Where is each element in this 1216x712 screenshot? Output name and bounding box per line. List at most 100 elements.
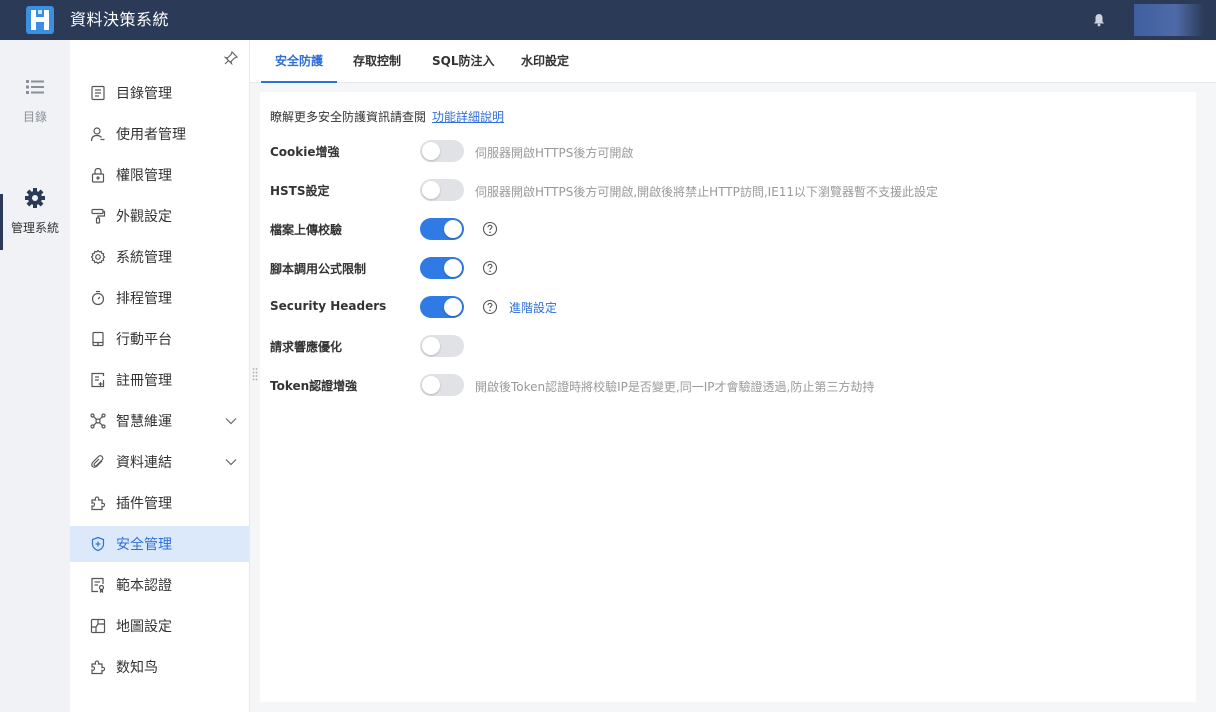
menu-item-label: 安全管理 [116,537,172,553]
intro-line: 瞭解更多安全防護資訊請查閱 功能詳細說明 [270,108,504,125]
app-logo-icon[interactable] [26,6,54,34]
menu-item-plugins[interactable]: 插件管理 [70,485,249,521]
setting-label: 腳本調用公式限制 [270,262,367,276]
menu-item-register[interactable]: 註冊管理 [70,362,249,398]
shield-icon [91,536,105,552]
menu-item-system[interactable]: 系統管理 [70,239,249,275]
menu-item-catalog[interactable]: 目錄管理 [70,75,249,111]
setting-row-file-upload: 檔案上傳校驗 [270,218,1170,240]
menu-item-permissions[interactable]: 權限管理 [70,157,249,193]
security-settings-panel: 瞭解更多安全防護資訊請查閱 功能詳細說明 Cookie增強 伺服器開啟HTTPS後… [260,92,1196,702]
menu-item-template-cert[interactable]: 範本認證 [70,567,249,603]
toggle-knob [422,376,440,394]
tab-bar: 安全防護 存取控制 SQL防注入 水印設定 [250,40,1216,83]
setting-row-script-formula: 腳本調用公式限制 [270,257,1170,279]
question-icon[interactable] [482,221,498,237]
toggle-knob [422,337,440,355]
menu-item-label: 地圖設定 [116,619,172,635]
paperclip-icon [91,455,104,468]
puzzle-icon [91,660,106,675]
menu-item-label: 插件管理 [116,496,172,512]
setting-description: 伺服器開啟HTTPS後方可開啟 [475,146,634,160]
lock-icon [91,167,105,183]
tab-watermark[interactable]: 水印設定 [521,40,569,83]
response-optimization-toggle[interactable] [420,335,464,357]
catalog-icon [91,85,105,101]
menu-item-label: 註冊管理 [116,373,172,389]
toggle-knob [444,298,462,316]
toggle-knob [422,181,440,199]
menu-item-label: 排程管理 [116,291,172,307]
menu-item-label: 資料連結 [116,455,172,471]
toggle-knob [422,142,440,160]
map-icon [90,618,106,634]
setting-row-cookie: Cookie增強 伺服器開啟HTTPS後方可開啟 [270,140,1170,162]
tab-access-control[interactable]: 存取控制 [353,40,401,83]
script-formula-limit-toggle[interactable] [420,257,464,279]
tab-security-protection[interactable]: 安全防護 [260,40,338,83]
rail-item-admin[interactable]: 管理系統 [0,187,70,236]
chevron-down-icon [225,459,237,466]
intro-text: 瞭解更多安全防護資訊請查閱 [270,110,427,124]
cookie-toggle[interactable] [420,140,464,162]
toggle-knob [444,259,462,277]
hsts-toggle[interactable] [420,179,464,201]
setting-row-security-headers: Security Headers 進階設定 [270,296,1170,318]
menu-item-data-connection[interactable]: 資料連結 [70,444,249,480]
question-icon[interactable] [482,260,498,276]
menu-item-label: 範本認證 [116,578,172,594]
menu-item-label: 權限管理 [116,168,172,184]
puzzle-icon [91,496,106,511]
token-auth-toggle[interactable] [420,374,464,396]
menu-item-map-settings[interactable]: 地圖設定 [70,608,249,644]
menu-item-mobile[interactable]: 行動平台 [70,321,249,357]
tab-sql-injection[interactable]: SQL防注入 [432,40,495,83]
pin-icon[interactable] [224,51,238,65]
user-icon [90,127,105,142]
side-menu: 目錄管理 使用者管理 權限管理 外觀設定 系統管理 排程管理 行動平台 註冊管理… [70,40,250,712]
file-upload-check-toggle[interactable] [420,218,464,240]
resize-handle-icon[interactable] [252,367,258,381]
gear-icon [90,249,106,265]
menu-item-label: 智慧維運 [116,414,172,430]
chevron-down-icon [225,418,237,425]
toggle-knob [444,220,462,238]
feature-details-link[interactable]: 功能詳細說明 [432,110,504,124]
certificate-icon [91,577,105,593]
setting-description: 伺服器開啟HTTPS後方可開啟,開啟後將禁止HTTP訪問,IE11以下瀏覽器暫不… [475,185,939,199]
app-title: 資料決策系統 [70,10,170,29]
menu-item-label: 系統管理 [116,250,172,266]
bell-icon[interactable] [1092,13,1106,27]
user-avatar[interactable] [1134,4,1204,36]
setting-label: 檔案上傳校驗 [270,223,343,237]
register-icon [91,372,105,388]
question-icon[interactable] [482,299,498,315]
menu-item-security[interactable]: 安全管理 [70,526,249,562]
menu-item-appearance[interactable]: 外觀設定 [70,198,249,234]
security-headers-toggle[interactable] [420,296,464,318]
setting-label: Cookie增強 [270,145,340,159]
menu-item-label: 目錄管理 [116,86,172,102]
mobile-icon [92,331,104,347]
list-icon [26,80,44,94]
setting-label: Token認證增強 [270,379,358,393]
setting-row-response-optimization: 請求響應優化 [270,335,1170,357]
menu-item-smart-ops[interactable]: 智慧維運 [70,403,249,439]
stopwatch-icon [91,290,105,306]
advanced-settings-link[interactable]: 進階設定 [509,299,557,316]
rail-item-label: 目錄 [22,110,47,124]
rail-item-label: 管理系統 [10,221,59,235]
menu-item-shuzhiniao[interactable]: 数知鸟 [70,649,249,685]
gear-icon [25,188,45,208]
top-header: 資料決策系統 [0,0,1216,40]
rail-item-catalog[interactable]: 目錄 [0,76,70,125]
setting-label: 請求響應優化 [270,340,343,354]
menu-item-label: 数知鸟 [116,660,158,676]
setting-label: Security Headers [270,299,387,313]
menu-item-label: 使用者管理 [116,127,186,143]
menu-item-label: 行動平台 [116,332,172,348]
setting-row-token-auth: Token認證增強 開啟後Token認證時將校驗IP是否變更,同一IP才會驗證透… [270,374,1170,396]
menu-item-users[interactable]: 使用者管理 [70,116,249,152]
network-icon [90,413,106,429]
menu-item-schedule[interactable]: 排程管理 [70,280,249,316]
